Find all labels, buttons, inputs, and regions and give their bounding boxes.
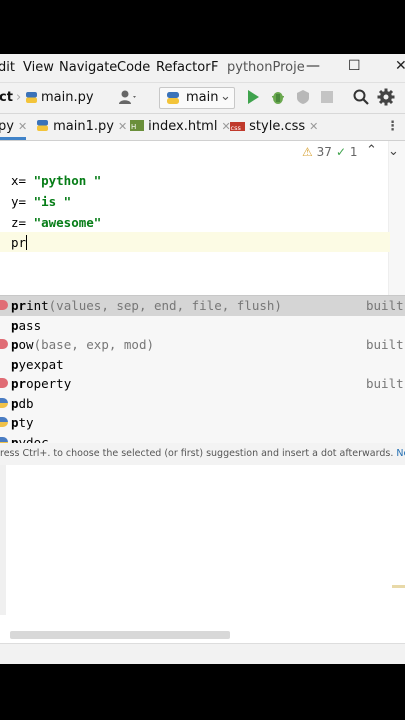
menu-navigate[interactable]: Navigate [59,60,117,75]
menu-view[interactable]: View [23,60,54,75]
check-count: 1 [349,145,358,159]
close-icon[interactable]: ✕ [395,58,405,74]
code-line-1: x= "python " [11,173,102,188]
completion-item[interactable]: property built [0,374,405,394]
minimize-icon[interactable]: — [306,58,320,74]
completion-hint: ress Ctrl+. to choose the selected (or f… [0,443,405,465]
html-file-icon: H [130,119,148,134]
text-cursor [26,235,28,250]
python-config-icon [166,91,180,109]
completion-name: pow(base, exp, mod) [11,337,155,352]
svg-text:H: H [131,123,136,131]
function-icon [0,300,8,310]
run-config-label: main [186,90,219,105]
gear-icon[interactable] [377,88,395,110]
completion-type: built [366,298,404,313]
python-file-icon [25,91,38,108]
status-area [0,643,405,664]
module-icon [0,417,8,427]
editor-tabs: py ✕ main1.py ✕ H index.html ✕ css style.cs… [0,114,405,141]
completion-name: print(values, sep, end, file, flush) [11,298,282,313]
toolbar: ct › main.py main ⌄ [0,83,405,114]
close-tab-icon[interactable]: ✕ [118,120,127,133]
completion-item[interactable]: pdb [0,394,405,414]
scroll-marker [392,585,405,588]
completion-item[interactable]: pyexpat [0,355,405,375]
warning-count: 37 [316,145,332,159]
project-title: pythonProje [227,60,305,75]
completion-name: pyexpat [11,356,64,372]
hint-text: ress Ctrl+. to choose the selected (or f… [0,448,394,459]
tab-main-py[interactable]: py ✕ [0,114,27,140]
completion-item[interactable]: print(values, sep, end, file, flush) buil… [0,296,405,316]
tab-label: py [0,119,14,134]
breadcrumb-project[interactable]: ct [0,90,13,105]
maximize-icon[interactable]: ☐ [348,58,361,74]
debug-icon[interactable] [270,89,286,109]
completion-item[interactable]: pty [0,413,405,433]
check-indicator[interactable]: ✓ 1 [336,145,358,159]
class-icon [0,378,8,388]
check-icon: ✓ [336,145,347,159]
completion-name: pty [11,415,34,430]
search-icon[interactable] [352,88,370,110]
close-tab-icon[interactable]: ✕ [18,120,27,133]
horizontal-scrollbar[interactable] [10,631,230,639]
completion-item[interactable]: pass [0,316,405,336]
tab-label: index.html [148,119,218,134]
css-file-icon: css [230,119,249,134]
menu-edit[interactable]: dit [0,60,15,75]
module-icon [0,397,8,408]
tab-label: style.css [249,119,306,134]
code-line-3: z= "awesome" [11,215,102,230]
svg-text:css: css [231,124,242,132]
completion-name: pdb [11,395,34,411]
left-gutter [0,465,6,615]
chevron-down-icon: ⌄ [220,89,231,104]
completion-name: pass [11,317,42,333]
close-tab-icon[interactable]: ✕ [309,120,318,133]
tab-style-css[interactable]: css style.css ✕ [230,114,318,140]
python-file-icon [36,119,53,134]
breadcrumb-separator-icon: › [16,90,22,105]
completion-name: property [11,376,72,391]
run-config-dropdown[interactable]: main ⌄ [159,87,235,109]
user-icon[interactable] [118,89,138,109]
code-editor[interactable]: ⚠ 37 ✓ 1 ⌃ ⌄ x= "python " y= "is " z= "a… [0,141,405,532]
function-icon [0,339,8,349]
completion-type: built [366,337,404,352]
run-icon[interactable] [246,89,260,109]
tab-main1-py[interactable]: main1.py ✕ [36,114,127,140]
current-line-highlight [0,232,390,252]
menu-code[interactable]: Code [117,60,150,75]
menu-bar: dit View Navigate Code Refactor F python… [0,54,405,83]
more-options-icon[interactable]: ⋮ [386,114,399,140]
ide-window: dit View Navigate Code Refactor F python… [0,54,405,664]
warning-icon: ⚠ [302,145,313,159]
chevron-down-icon[interactable]: ⌄ [388,144,399,159]
warning-indicator[interactable]: ⚠ 37 [302,145,332,159]
menu-file-truncated[interactable]: F [211,60,218,75]
menu-refactor[interactable]: Refactor [156,60,211,75]
stop-icon[interactable] [321,91,333,107]
breadcrumb-file[interactable]: main.py [41,90,94,105]
completion-type: built [366,376,404,391]
tab-index-html[interactable]: H index.html ✕ [130,114,231,140]
next-tip-link[interactable]: Next Tip [396,448,405,459]
tab-label: main1.py [53,119,114,134]
editor-lower-area [0,465,405,664]
code-line-4: pr [11,235,28,250]
chevron-up-icon[interactable]: ⌃ [366,143,377,158]
completion-item[interactable]: pow(base, exp, mod) built [0,335,405,355]
code-line-2: y= "is " [11,194,72,209]
coverage-icon[interactable] [295,89,311,109]
